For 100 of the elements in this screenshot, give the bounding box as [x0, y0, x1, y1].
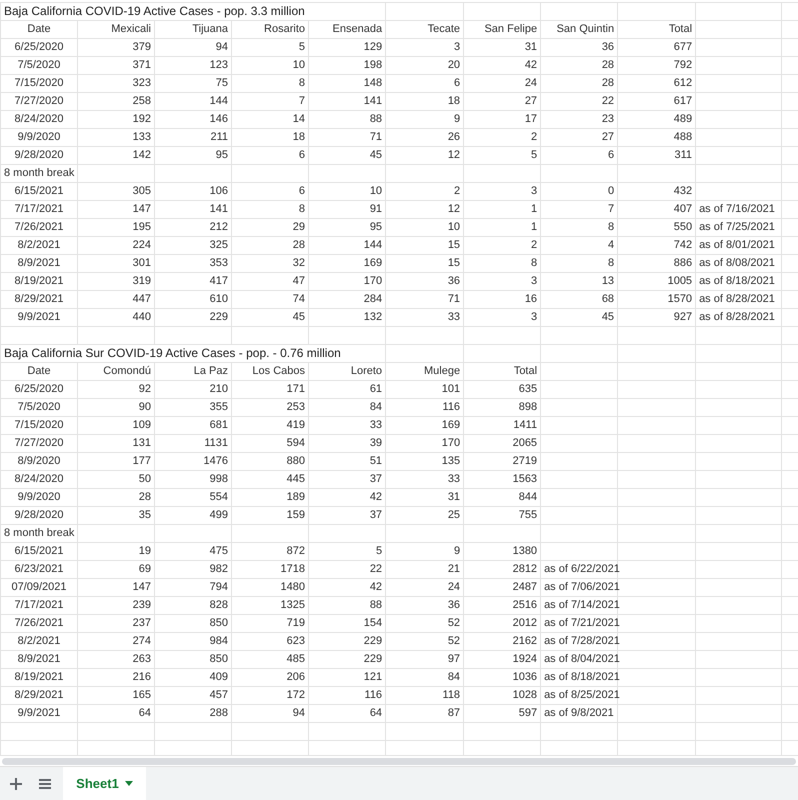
- table-cell: 635: [464, 380, 541, 398]
- table-cell: 84: [308, 398, 386, 416]
- table-cell: 13: [540, 272, 618, 290]
- table-cell: 28: [232, 236, 308, 254]
- table-cell: as of 7/25/2021: [696, 218, 782, 236]
- sheet-tab[interactable]: Sheet1: [63, 767, 146, 800]
- table-cell: as of 8/01/2021: [696, 236, 782, 254]
- table-cell: 87: [386, 704, 464, 722]
- table-cell: 8/24/2020: [0, 470, 78, 488]
- table-cell: as of 6/22/2021: [540, 560, 618, 578]
- table-cell: 5: [464, 146, 541, 164]
- table-cell: 64: [308, 704, 386, 722]
- table-cell: 206: [232, 668, 308, 686]
- column-header: Date: [0, 20, 78, 38]
- table-cell: 1570: [618, 290, 696, 308]
- table-cell: 29: [232, 218, 308, 236]
- table-cell: 792: [618, 56, 696, 74]
- table-cell: 794: [154, 578, 232, 596]
- table-cell: 1: [464, 200, 541, 218]
- table-cell: 0: [540, 182, 618, 200]
- table-cell: 20: [386, 56, 464, 74]
- table-cell: 3: [386, 38, 464, 56]
- table-cell: 90: [78, 398, 154, 416]
- table-cell: 141: [308, 92, 386, 110]
- table-cell: 146: [154, 110, 232, 128]
- table-cell: 22: [308, 560, 386, 578]
- table-cell: 284: [308, 290, 386, 308]
- table-cell: 263: [78, 650, 154, 668]
- table-cell: 9: [386, 110, 464, 128]
- table-cell: 7: [232, 92, 308, 110]
- table-cell: 8/2/2021: [0, 236, 78, 254]
- table-cell: 489: [618, 110, 696, 128]
- table-cell: as of 7/06/2021: [540, 578, 618, 596]
- table-cell: 742: [618, 236, 696, 254]
- table-cell: 116: [308, 686, 386, 704]
- table-cell: 33: [308, 416, 386, 434]
- table-cell: 45: [232, 308, 308, 326]
- table-cell: 550: [618, 218, 696, 236]
- table-cell: 61: [308, 380, 386, 398]
- table-cell: 8/24/2020: [0, 110, 78, 128]
- table-cell: 982: [154, 560, 232, 578]
- table-cell: 211: [154, 128, 232, 146]
- table-cell: 6/15/2021: [0, 182, 78, 200]
- table-cell: 828: [154, 596, 232, 614]
- table-cell: 6/23/2021: [0, 560, 78, 578]
- table-cell: 319: [78, 272, 154, 290]
- horizontal-scrollbar[interactable]: [2, 758, 796, 764]
- table-cell: 445: [232, 470, 308, 488]
- table-cell: 8: [540, 218, 618, 236]
- table-cell: 141: [154, 200, 232, 218]
- table-title: Baja California COVID-19 Active Cases - pop. 3.3 million: [0, 2, 386, 20]
- table-cell: 8: [464, 254, 541, 272]
- table-cell: 432: [618, 182, 696, 200]
- table-cell: 170: [308, 272, 386, 290]
- table-cell: as of 8/08/2021: [696, 254, 782, 272]
- table-cell: 171: [232, 380, 308, 398]
- table-cell: 7/15/2020: [0, 74, 78, 92]
- table-cell: 210: [154, 380, 232, 398]
- table-cell: 1476: [154, 452, 232, 470]
- table-cell: 88: [308, 596, 386, 614]
- table-cell: 106: [154, 182, 232, 200]
- table-cell: 229: [308, 650, 386, 668]
- table-cell: 133: [78, 128, 154, 146]
- table-cell: 88: [308, 110, 386, 128]
- table-cell: 719: [232, 614, 308, 632]
- table-cell: 371: [78, 56, 154, 74]
- table-cell: 144: [308, 236, 386, 254]
- table-cell: 8: [540, 254, 618, 272]
- table-cell: 9: [386, 542, 464, 560]
- table-cell: 3: [464, 182, 541, 200]
- table-cell: 457: [154, 686, 232, 704]
- table-cell: 50: [78, 470, 154, 488]
- table-cell: 224: [78, 236, 154, 254]
- table-cell: 12: [386, 200, 464, 218]
- table-cell: 24: [464, 74, 541, 92]
- table-cell: as of 8/18/2021: [696, 272, 782, 290]
- table-cell: as of 9/8/2021: [540, 704, 618, 722]
- table-cell: 7/17/2021: [0, 200, 78, 218]
- table-cell: 16: [464, 290, 541, 308]
- table-cell: 4: [540, 236, 618, 254]
- column-header: Loreto: [308, 362, 386, 380]
- table-cell: 94: [232, 704, 308, 722]
- column-header: San Felipe: [464, 20, 541, 38]
- table-cell: 31: [464, 38, 541, 56]
- table-cell: 36: [386, 596, 464, 614]
- table-cell: 6/25/2020: [0, 380, 78, 398]
- table-cell: 237: [78, 614, 154, 632]
- table-cell: 229: [308, 632, 386, 650]
- table-cell: 1131: [154, 434, 232, 452]
- column-header: Los Cabos: [232, 362, 308, 380]
- column-header: Mulege: [386, 362, 464, 380]
- table-cell: 844: [464, 488, 541, 506]
- table-cell: 594: [232, 434, 308, 452]
- table-cell: 8/29/2021: [0, 290, 78, 308]
- table-cell: 132: [308, 308, 386, 326]
- table-cell: 8/2/2021: [0, 632, 78, 650]
- table-cell: 97: [386, 650, 464, 668]
- table-cell: 488: [618, 128, 696, 146]
- table-cell: 677: [618, 38, 696, 56]
- table-cell: 9/28/2020: [0, 146, 78, 164]
